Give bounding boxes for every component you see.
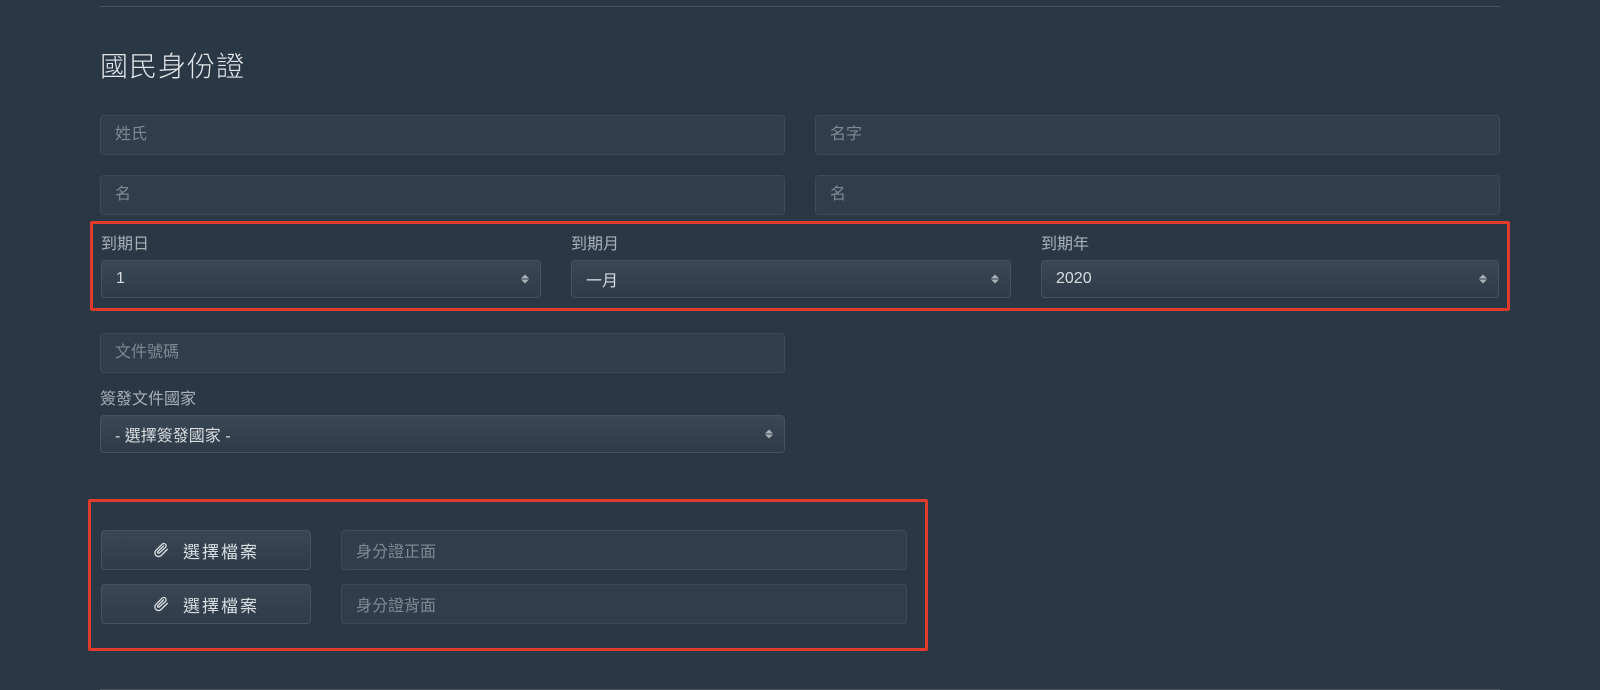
name-left-input[interactable]	[100, 175, 785, 215]
issuing-country-label: 簽發文件國家	[100, 385, 785, 409]
issuing-country-value: - 選擇簽發國家 -	[115, 422, 231, 446]
given-name-input[interactable]	[815, 115, 1500, 155]
expiry-day-label: 到期日	[101, 230, 541, 254]
expiry-year-value: 2020	[1056, 270, 1092, 288]
paperclip-icon	[153, 542, 169, 558]
id-back-placeholder: 身分證背面	[356, 592, 436, 616]
issuing-country-select[interactable]: - 選擇簽發國家 -	[100, 415, 785, 453]
name-row-2	[100, 175, 1500, 215]
section-title: 國民身份證	[100, 45, 1500, 85]
top-divider	[100, 6, 1500, 7]
expiry-month-label: 到期月	[571, 230, 1011, 254]
id-back-filename-field[interactable]: 身分證背面	[341, 584, 907, 624]
name-right-input[interactable]	[815, 175, 1500, 215]
paperclip-icon	[153, 596, 169, 612]
id-front-filename-field[interactable]: 身分證正面	[341, 530, 907, 570]
expiry-year-select[interactable]: 2020	[1041, 260, 1499, 298]
choose-file-back-label: 選擇檔案	[183, 592, 259, 617]
expiry-highlight-box: 到期日 1 到期月 一月	[90, 221, 1510, 311]
expiry-day-select[interactable]: 1	[101, 260, 541, 298]
expiry-month-value: 一月	[586, 267, 618, 291]
choose-file-front-label: 選擇檔案	[183, 538, 259, 563]
id-front-placeholder: 身分證正面	[356, 538, 436, 562]
expiry-day-value: 1	[116, 270, 125, 288]
choose-file-back-button[interactable]: 選擇檔案	[101, 584, 311, 624]
file-upload-highlight-box: 選擇檔案 身分證正面 選擇檔案 身分證背面	[88, 499, 928, 651]
document-number-input[interactable]	[100, 333, 785, 373]
name-row-1	[100, 115, 1500, 155]
expiry-month-select[interactable]: 一月	[571, 260, 1011, 298]
surname-input[interactable]	[100, 115, 785, 155]
expiry-year-label: 到期年	[1041, 230, 1499, 254]
choose-file-front-button[interactable]: 選擇檔案	[101, 530, 311, 570]
